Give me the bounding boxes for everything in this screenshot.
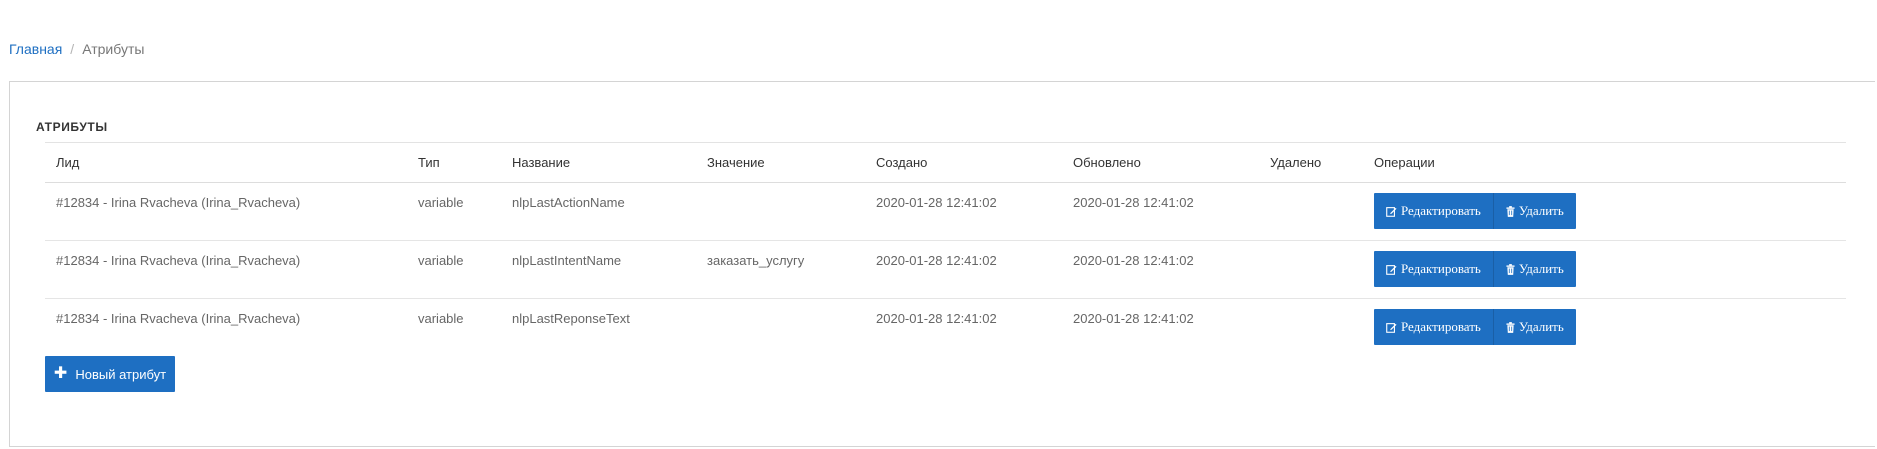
operations-button-group: Редактировать Удалить xyxy=(1374,309,1576,345)
edit-icon xyxy=(1386,264,1397,275)
edit-button[interactable]: Редактировать xyxy=(1374,251,1493,287)
cell-deleted xyxy=(1259,241,1363,299)
table-header-row: Лид Тип Название Значение Создано Обновл… xyxy=(45,142,1846,183)
cell-created: 2020-01-28 12:41:02 xyxy=(876,311,997,326)
delete-button[interactable]: Удалить xyxy=(1492,251,1576,287)
operations-button-group: Редактировать Удалить xyxy=(1374,251,1576,287)
cell-name: nlpLastReponseText xyxy=(512,311,630,326)
column-header-updated: Обновлено xyxy=(1073,155,1141,170)
trash-icon xyxy=(1506,205,1515,217)
cell-type: variable xyxy=(418,311,464,326)
edit-button-label: Редактировать xyxy=(1401,261,1481,276)
edit-button[interactable]: Редактировать xyxy=(1374,193,1493,229)
cell-updated: 2020-01-28 12:41:02 xyxy=(1073,253,1194,268)
breadcrumb-home-link[interactable]: Главная xyxy=(9,41,62,57)
new-attribute-button[interactable]: ✚ Новый атрибут xyxy=(45,356,175,392)
column-header-type: Тип xyxy=(418,155,440,170)
attributes-table: Лид Тип Название Значение Создано Обновл… xyxy=(45,142,1846,357)
column-header-deleted: Удалено xyxy=(1270,155,1322,170)
cell-lead: #12834 - Irina Rvacheva (Irina_Rvacheva) xyxy=(56,195,301,210)
attributes-table-wrapper: Лид Тип Название Значение Создано Обновл… xyxy=(45,142,1846,357)
cell-lead: #12834 - Irina Rvacheva (Irina_Rvacheva) xyxy=(56,253,301,268)
cell-value xyxy=(696,299,865,357)
cell-created: 2020-01-28 12:41:02 xyxy=(876,195,997,210)
column-header-created: Создано xyxy=(876,155,928,170)
breadcrumb-current: Атрибуты xyxy=(82,41,145,57)
plus-icon: ✚ xyxy=(53,365,68,382)
cell-value: заказать_услугу xyxy=(707,253,805,268)
cell-type: variable xyxy=(418,195,464,210)
edit-icon xyxy=(1386,322,1397,333)
cell-created: 2020-01-28 12:41:02 xyxy=(876,253,997,268)
operations-button-group: Редактировать Удалить xyxy=(1374,193,1576,229)
delete-button[interactable]: Удалить xyxy=(1492,309,1576,345)
delete-button[interactable]: Удалить xyxy=(1492,193,1576,229)
column-header-value: Значение xyxy=(707,155,765,170)
table-row: #12834 - Irina Rvacheva (Irina_Rvacheva)… xyxy=(45,241,1846,299)
cell-name: nlpLastActionName xyxy=(512,195,625,210)
cell-deleted xyxy=(1259,183,1363,241)
column-header-name: Название xyxy=(512,155,571,170)
table-row: #12834 - Irina Rvacheva (Irina_Rvacheva)… xyxy=(45,183,1846,241)
edit-icon xyxy=(1386,206,1397,217)
delete-button-label: Удалить xyxy=(1518,203,1564,218)
edit-button-label: Редактировать xyxy=(1401,319,1481,334)
edit-button[interactable]: Редактировать xyxy=(1374,309,1493,345)
cell-updated: 2020-01-28 12:41:02 xyxy=(1073,195,1194,210)
cell-updated: 2020-01-28 12:41:02 xyxy=(1073,311,1194,326)
cell-operations: Редактировать Удалить xyxy=(1363,183,1846,241)
cell-operations: Редактировать Удалить xyxy=(1363,299,1846,357)
breadcrumb-separator: / xyxy=(70,41,75,57)
new-attribute-label: Новый атрибут xyxy=(75,366,167,382)
breadcrumb: Главная / Атрибуты xyxy=(9,41,144,57)
delete-button-label: Удалить xyxy=(1518,261,1564,276)
cell-lead: #12834 - Irina Rvacheva (Irina_Rvacheva) xyxy=(56,311,301,326)
cell-value xyxy=(696,183,865,241)
cell-name: nlpLastIntentName xyxy=(512,253,622,268)
table-row: #12834 - Irina Rvacheva (Irina_Rvacheva)… xyxy=(45,299,1846,357)
cell-deleted xyxy=(1259,299,1363,357)
column-header-operations: Операции xyxy=(1374,155,1435,170)
cell-operations: Редактировать Удалить xyxy=(1363,241,1846,299)
edit-button-label: Редактировать xyxy=(1401,203,1481,218)
trash-icon xyxy=(1506,321,1515,333)
cell-type: variable xyxy=(418,253,464,268)
trash-icon xyxy=(1506,263,1515,275)
column-header-lead: Лид xyxy=(56,155,80,170)
delete-button-label: Удалить xyxy=(1518,319,1564,334)
panel-title: АТРИБУТЫ xyxy=(36,120,108,134)
